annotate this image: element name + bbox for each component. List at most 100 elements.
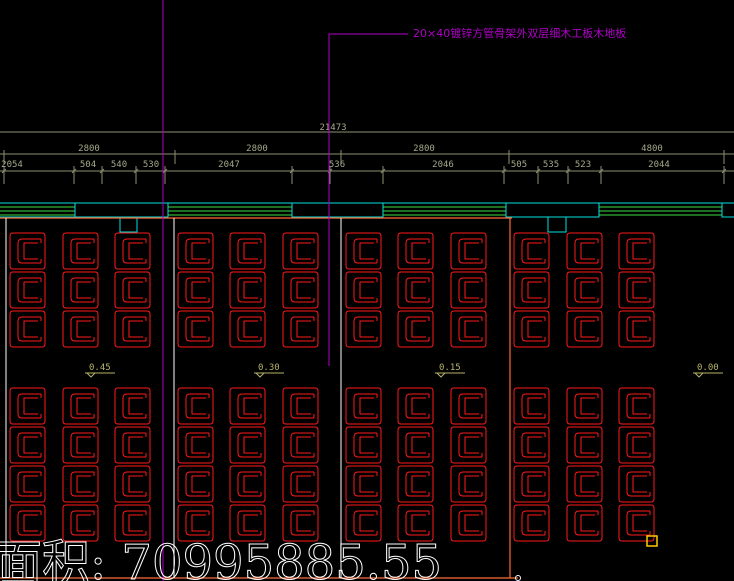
seat: [513, 387, 550, 425]
overall-dimension: 21473: [319, 123, 346, 133]
seat: [450, 387, 487, 425]
seat: [566, 504, 603, 542]
seat: [450, 426, 487, 464]
seat: [397, 387, 434, 425]
seat: [618, 387, 655, 425]
seat: [62, 465, 99, 503]
lower-dim-label: 504: [80, 160, 96, 170]
seat: [618, 426, 655, 464]
area-watermark: 面积: 70995885.55: [0, 535, 442, 581]
lower-dim-label: 2047: [218, 160, 240, 170]
seat: [513, 232, 550, 270]
seat: [229, 465, 266, 503]
lower-dim-label: 505: [511, 160, 527, 170]
cad-drawing-canvas[interactable]: 21473 2800 2800 2800 4800 2054 504 540 530 2047…: [0, 0, 734, 581]
seat: [513, 271, 550, 309]
seat: [345, 310, 382, 348]
seat: [450, 504, 487, 542]
seat: [229, 387, 266, 425]
seat: [345, 426, 382, 464]
seat: [114, 271, 151, 309]
seat: [566, 271, 603, 309]
seat: [177, 271, 214, 309]
seat: [282, 232, 319, 270]
seat: [282, 271, 319, 309]
level-marks: 0.45 0.30 0.15 0.00: [85, 363, 723, 378]
seat: [513, 504, 550, 542]
seat: [450, 232, 487, 270]
seat: [229, 426, 266, 464]
seat: [566, 310, 603, 348]
lower-dim-label: 523: [575, 160, 591, 170]
seat: [177, 310, 214, 348]
level-mark: 0.15: [435, 363, 465, 378]
seat: [9, 271, 46, 309]
seat: [62, 310, 99, 348]
lower-dim-label: 540: [111, 160, 127, 170]
svg-text:0.00: 0.00: [697, 363, 719, 373]
seat: [397, 310, 434, 348]
lower-dim-label: 2054: [1, 160, 23, 170]
seat-grid: [9, 232, 655, 542]
level-mark: 0.45: [85, 363, 115, 378]
seat: [397, 271, 434, 309]
seat: [177, 232, 214, 270]
seat: [229, 232, 266, 270]
seat: [9, 310, 46, 348]
seat: [282, 426, 319, 464]
upper-dim-label: 2800: [246, 144, 268, 154]
annotation-leader: [162, 0, 408, 581]
lower-dim-label: 2044: [648, 160, 670, 170]
seat: [345, 271, 382, 309]
lower-dim-label: 2046: [432, 160, 454, 170]
seat: [62, 232, 99, 270]
seat: [114, 426, 151, 464]
level-mark: 0.30: [254, 363, 284, 378]
seat: [397, 465, 434, 503]
seat: [9, 426, 46, 464]
seat: [345, 465, 382, 503]
seat: [618, 310, 655, 348]
seat: [566, 426, 603, 464]
seat: [9, 387, 46, 425]
seat: [114, 465, 151, 503]
level-mark: 0.00: [693, 363, 723, 378]
svg-text:0.30: 0.30: [258, 363, 280, 373]
seat: [618, 465, 655, 503]
seat: [177, 426, 214, 464]
seat: [114, 387, 151, 425]
seat: [9, 465, 46, 503]
seat: [513, 426, 550, 464]
lower-dim-label: 536: [329, 160, 345, 170]
upper-dim-label: 2800: [78, 144, 100, 154]
seat: [345, 387, 382, 425]
seat: [229, 310, 266, 348]
seat: [9, 232, 46, 270]
lower-dimension-labels: 2054 504 540 530 2047 536 2046 505 535 523 2044: [1, 160, 670, 170]
seat: [345, 232, 382, 270]
svg-text:0.15: 0.15: [439, 363, 461, 373]
lower-dim-label: 530: [143, 160, 159, 170]
seat: [566, 387, 603, 425]
upper-dim-label: 2800: [413, 144, 435, 154]
svg-text:0.45: 0.45: [89, 363, 111, 373]
seat: [513, 465, 550, 503]
seat: [450, 465, 487, 503]
seat: [177, 465, 214, 503]
seat: [282, 465, 319, 503]
seat: [397, 426, 434, 464]
seat: [282, 387, 319, 425]
annotation-text: 20×40镀锌方管骨架外双层细木工板木地板: [413, 26, 626, 40]
seat: [114, 310, 151, 348]
seat: [450, 310, 487, 348]
seat: [397, 232, 434, 270]
upper-dimension-labels: 2800 2800 2800 4800: [78, 144, 663, 154]
lower-dim-label: 535: [543, 160, 559, 170]
seat: [282, 310, 319, 348]
seat: [177, 387, 214, 425]
seat: [618, 232, 655, 270]
seat: [62, 426, 99, 464]
seat: [62, 387, 99, 425]
seat: [618, 271, 655, 309]
seat: [114, 232, 151, 270]
